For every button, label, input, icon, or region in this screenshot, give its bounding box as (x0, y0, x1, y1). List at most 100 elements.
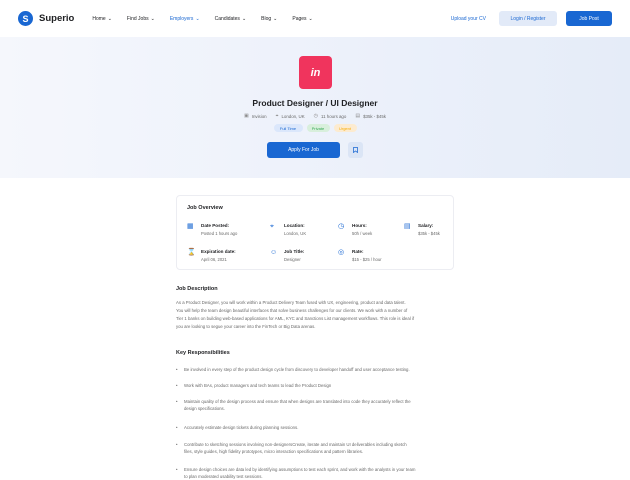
list-item: Be involved in every step of the product… (176, 366, 456, 373)
job-description-text: As a Product Designer, you will work wit… (176, 299, 456, 331)
overview-value: $35k - $45k (418, 231, 440, 236)
user-icon: ☺ (270, 249, 278, 256)
nav-blog[interactable]: Blog ⌄ (261, 16, 277, 22)
money-icon: ▤ (404, 223, 411, 230)
apply-for-job-button[interactable]: Apply For Job (267, 142, 340, 158)
list-item-line: Ensure design choices are data led by id… (184, 467, 416, 472)
overview-expiration: ⌛ Expiration date: April 06, 2021 (187, 249, 236, 262)
bookmark-icon (353, 147, 358, 153)
job-overview-card: Job Overview ▦ Date Posted: Posted 1 hou… (176, 195, 454, 270)
overview-rate: ◎ Rate: $15 - $25 / hour (338, 249, 382, 262)
nav-pages[interactable]: Pages ⌄ (292, 16, 312, 22)
nav-label: Home (92, 15, 106, 22)
salary-text: $35k - $45k (363, 113, 387, 119)
list-item: Contribute to sketching sessions involvi… (176, 441, 456, 455)
overview-label: Hours: (352, 223, 367, 228)
overview-label: Rate: (352, 249, 364, 254)
calendar-icon: ▦ (187, 223, 194, 230)
job-post-button[interactable]: Job Post (566, 11, 612, 26)
map-pin-icon: ⌖ (275, 113, 279, 119)
overview-job-title: ☺ Job Title: Designer (270, 249, 304, 262)
overview-label: Expiration date: (201, 249, 236, 254)
salary-meta: ▤ $35k - $45k (355, 113, 386, 119)
overview-value: Posted 1 hours ago (201, 231, 238, 236)
list-item: Work with BAs, product managers and tech… (176, 382, 456, 389)
chevron-down-icon: ⌄ (195, 15, 200, 22)
overview-salary: ▤ Salary: $35k - $45k (404, 223, 440, 236)
company-logo: in (299, 56, 332, 89)
nav-find-jobs[interactable]: Find Jobs ⌄ (127, 16, 155, 22)
job-description-title: Job Description (176, 286, 218, 292)
chevron-down-icon: ⌄ (150, 15, 155, 22)
clock-icon: ◷ (313, 113, 319, 119)
overview-label: Date Posted: (201, 223, 230, 228)
list-item: Maintain quality of the design process a… (176, 398, 456, 412)
job-title: Product Designer / UI Designer (252, 98, 378, 108)
briefcase-icon: ▣ (243, 113, 249, 119)
description-line: As a Product Designer, you will work wit… (176, 300, 406, 305)
key-responsibilities-section: Key Responsibilities Be involved in ever… (176, 350, 456, 480)
overview-label: Location: (284, 223, 305, 228)
nav-label: Find Jobs (126, 15, 149, 22)
tag-full-time: Full Time (273, 124, 303, 132)
nav-employers[interactable]: Employers ⌄ (170, 16, 200, 22)
list-item-line: Work with BAs, product managers and tech… (184, 383, 332, 388)
logo-text: Superio (39, 13, 75, 24)
bookmark-button[interactable] (348, 142, 363, 158)
list-item-line: Be involved in every step of the product… (184, 367, 410, 372)
nav-label: Blog (261, 15, 272, 22)
list-item-line: Maintain quality of the design process a… (184, 399, 411, 404)
key-responsibilities-title: Key Responsibilities (176, 350, 230, 356)
clock-icon: ◷ (338, 223, 345, 230)
list-item: Ensure design choices are data led by id… (176, 466, 456, 480)
posted-text: 11 hours ago (321, 113, 347, 119)
site-logo[interactable]: S Superio (18, 11, 74, 26)
job-tags: Full Time Private Urgent (0, 124, 630, 132)
overview-hours: ◷ Hours: 50h / week (338, 223, 372, 236)
upload-cv-link[interactable]: Upload your CV (451, 16, 486, 22)
chevron-down-icon: ⌄ (273, 15, 278, 22)
chevron-down-icon: ⌄ (107, 15, 112, 22)
site-header: S Superio Home ⌄ Find Jobs ⌄ Employers ⌄ Ca… (0, 0, 630, 37)
list-item: Accurately estimate design tickets durin… (176, 424, 456, 431)
chevron-down-icon: ⌄ (241, 15, 247, 22)
superio-logo-icon: S (18, 11, 33, 26)
job-detail-page: S Superio Home ⌄ Find Jobs ⌄ Employers ⌄ Ca… (0, 0, 630, 480)
description-line: you are looking to segue your career int… (176, 324, 316, 329)
company-meta: ▣ Invision (244, 113, 267, 119)
nav-label: Employers (169, 15, 194, 22)
nav-candidates[interactable]: Candidates ⌄ (215, 16, 247, 22)
job-description-section: Job Description As a Product Designer, y… (176, 286, 456, 331)
list-item-line: files, style guides, high fidelity proto… (184, 449, 364, 454)
location-meta: ⌖ London, UK (276, 113, 305, 119)
overview-label: Job Title: (284, 249, 305, 254)
overview-value: 50h / week (352, 231, 373, 236)
nav-home[interactable]: Home ⌄ (92, 16, 112, 22)
overview-value: Designer (284, 257, 301, 262)
location-text: London, UK (281, 113, 305, 119)
list-item-line: design specifications. (184, 406, 225, 411)
posted-meta: ◷ 11 hours ago (314, 113, 347, 119)
list-item-line: Accurately estimate design tickets durin… (184, 425, 299, 430)
main-nav: Home ⌄ Find Jobs ⌄ Employers ⌄ Candidates ⌄ … (92, 16, 312, 22)
company-name: Invision (251, 113, 267, 119)
overview-value: April 06, 2021 (201, 257, 227, 262)
tag-private: Private (306, 124, 330, 132)
money-icon: ▤ (355, 113, 361, 119)
description-line: Tier 1 banks on building web-based appli… (176, 316, 415, 321)
tag-urgent: Urgent (333, 124, 357, 132)
overview-date-posted: ▦ Date Posted: Posted 1 hours ago (187, 223, 237, 236)
map-pin-icon: ⌖ (270, 223, 274, 230)
overview-label: Salary: (418, 223, 434, 228)
job-hero: in Product Designer / UI Designer ▣ Invi… (0, 37, 630, 178)
description-line: You will help the team design beautiful … (176, 308, 408, 313)
hourglass-icon: ⌛ (187, 249, 196, 256)
login-register-button[interactable]: Login / Register (499, 11, 557, 26)
header-actions: Upload your CV Login / Register Job Post (451, 11, 612, 26)
overview-value: $15 - $25 / hour (352, 257, 382, 262)
nav-label: Pages (292, 15, 307, 22)
list-item-line: to plan moderated usability test session… (184, 474, 263, 479)
overview-title: Job Overview (187, 205, 223, 211)
chevron-down-icon: ⌄ (308, 15, 313, 22)
overview-value: London, UK (284, 231, 307, 236)
